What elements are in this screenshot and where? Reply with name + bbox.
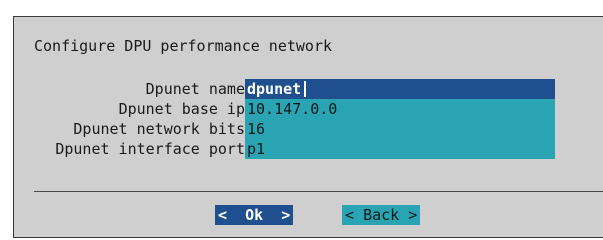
ok-button[interactable]: < Ok > [215, 205, 294, 225]
button-separator [34, 191, 603, 192]
form-fields: Dpunet name dpunet Dpunet base ip 10.147… [14, 79, 603, 159]
form-row-dpunet-base-ip: Dpunet base ip 10.147.0.0 [14, 99, 603, 119]
text-cursor [304, 81, 307, 97]
dpunet-base-ip-input[interactable]: 10.147.0.0 [245, 99, 555, 119]
back-button[interactable]: < Back > [342, 205, 421, 225]
dpunet-name-value: dpunet [247, 80, 302, 98]
field-label-dpunet-name: Dpunet name [145, 80, 245, 98]
back-button-label: Back [363, 206, 400, 224]
ok-button-label: Ok [245, 206, 264, 224]
field-label-dpunet-interface-port: Dpunet interface port [55, 140, 245, 158]
form-row-dpunet-network-bits: Dpunet network bits 16 [14, 119, 603, 139]
ok-right-marker: > [281, 206, 291, 224]
dpunet-network-bits-input[interactable]: 16 [245, 119, 555, 139]
field-label-dpunet-network-bits: Dpunet network bits [73, 120, 245, 138]
form-row-dpunet-name: Dpunet name dpunet [14, 79, 603, 99]
dpunet-interface-port-input[interactable]: p1 [245, 139, 555, 159]
back-right-marker: > [408, 206, 418, 224]
dpunet-name-input[interactable]: dpunet [245, 79, 555, 99]
ok-left-marker: < [218, 206, 228, 224]
configure-dialog: Configure DPU performance network Dpunet… [13, 16, 603, 238]
field-label-dpunet-base-ip: Dpunet base ip [118, 100, 245, 118]
form-row-dpunet-interface-port: Dpunet interface port p1 [14, 139, 603, 159]
dialog-title: Configure DPU performance network [34, 37, 333, 55]
back-left-marker: < [345, 206, 355, 224]
